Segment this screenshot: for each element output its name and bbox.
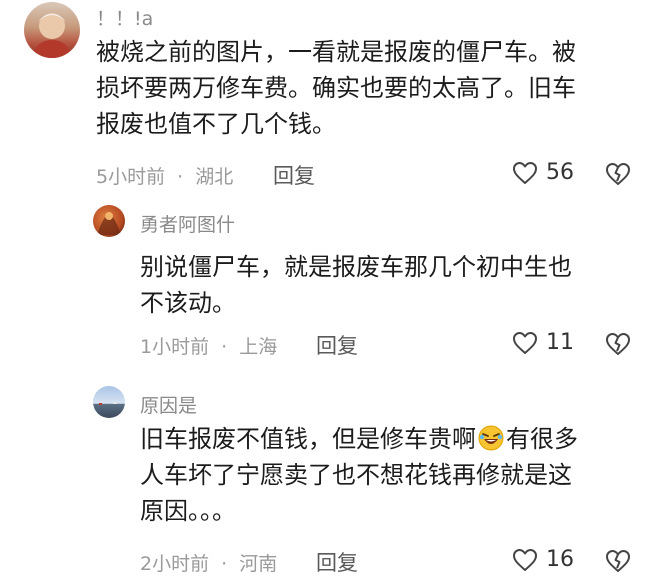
avatar[interactable] xyxy=(93,205,125,237)
reply-button[interactable]: 回复 xyxy=(273,160,315,190)
avatar[interactable] xyxy=(93,386,125,418)
avatar-image xyxy=(32,13,72,58)
like-button[interactable]: 16 xyxy=(512,547,574,572)
broken-heart-icon[interactable] xyxy=(605,332,631,356)
comment-time: 5小时前 xyxy=(96,166,166,188)
like-count: 11 xyxy=(546,330,574,355)
comment-username[interactable]: 原因是 xyxy=(140,391,197,418)
comment-username[interactable]: ！！!a xyxy=(96,4,153,31)
comment-time: 2小时前 xyxy=(140,553,210,575)
heart-outline-icon xyxy=(513,548,537,571)
avatar-image xyxy=(99,402,117,405)
comment-meta: 2小时前 · 河南 xyxy=(140,549,277,576)
comment-username[interactable]: 勇者阿图什 xyxy=(140,210,235,237)
comment-location: 上海 xyxy=(239,336,278,358)
comment-text: 旧车报废不值钱，但是修车贵啊 有很多 人车坏了宁愿卖了也不想花钱再修就是这 原因。… xyxy=(140,425,578,525)
like-count: 16 xyxy=(546,547,574,572)
avatar-image xyxy=(97,212,121,235)
comment-time: 1小时前 xyxy=(140,336,210,358)
comment-location: 湖北 xyxy=(195,166,234,188)
reply-button[interactable]: 回复 xyxy=(316,547,358,577)
laughing-emoji-icon xyxy=(478,425,504,451)
avatar[interactable] xyxy=(24,2,80,58)
like-button[interactable]: 56 xyxy=(512,160,574,185)
comment-meta: 5小时前 · 湖北 xyxy=(96,162,233,189)
meta-separator: · xyxy=(221,336,228,358)
comment-text: 被烧之前的图片，一看就是报废的僵尸车。被 损坏要两万修车费。确实也要的太高了。旧… xyxy=(96,38,576,138)
comment-text: 别说僵尸车，就是报废车那几个初中生也 不该动。 xyxy=(140,253,572,317)
reply-button[interactable]: 回复 xyxy=(316,330,358,360)
comment-meta: 1小时前 · 上海 xyxy=(140,332,277,359)
heart-outline-icon xyxy=(513,161,537,184)
like-count: 56 xyxy=(546,160,574,185)
broken-heart-icon[interactable] xyxy=(605,162,631,186)
comment-text-part: 有很多 xyxy=(506,425,578,453)
heart-outline-icon xyxy=(513,331,537,354)
meta-separator: · xyxy=(177,166,184,188)
broken-heart-icon[interactable] xyxy=(605,549,631,573)
comment-text-part: 旧车报废不值钱，但是修车贵啊 xyxy=(140,425,476,453)
meta-separator: · xyxy=(221,553,228,575)
like-button[interactable]: 11 xyxy=(512,330,574,355)
comment-location: 河南 xyxy=(239,553,278,575)
